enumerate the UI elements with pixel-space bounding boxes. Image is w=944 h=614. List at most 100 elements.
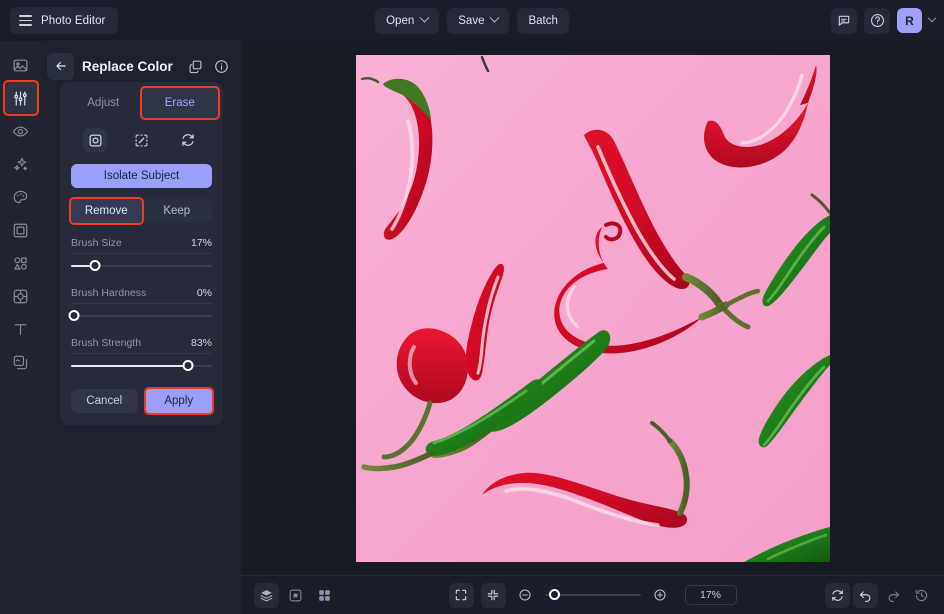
brush-strength-slider[interactable] (71, 359, 212, 373)
tab-erase-label: Erase (164, 97, 195, 109)
frame-icon (13, 223, 28, 237)
image-icon (13, 59, 28, 71)
erase-tool-row (72, 128, 211, 152)
slider-thumb[interactable] (68, 310, 80, 321)
save-button[interactable]: Save (447, 7, 510, 34)
link-broken-icon (289, 589, 302, 601)
remove-mode-button[interactable]: Remove (69, 197, 144, 225)
sparkles-icon (14, 157, 28, 171)
help-circle-icon (870, 14, 884, 27)
cancel-button[interactable]: Cancel (71, 389, 138, 413)
brush-hardness-slider[interactable] (68, 309, 212, 323)
brush-size-value: 17% (190, 237, 212, 249)
sidebar-item-shapes[interactable] (5, 247, 37, 279)
batch-button[interactable]: Batch (517, 7, 569, 34)
brush-hardness-slider-group: Brush Hardness 0% (68, 287, 212, 323)
brush-size-slider-group: Brush Size 17% (71, 237, 212, 273)
link-button[interactable] (283, 583, 308, 608)
sidebar-item-text[interactable] (5, 313, 37, 345)
fit-screen-icon (455, 589, 467, 601)
grid-button[interactable] (312, 583, 337, 608)
reset-view-button[interactable] (825, 582, 850, 608)
photo-editor-app: Photo Editor Open Save Batch R Replace C… (0, 0, 944, 614)
brush-size-slider[interactable] (71, 259, 212, 273)
zoom-level-field[interactable]: 17% (684, 585, 737, 605)
slider-thumb[interactable] (89, 260, 101, 271)
sidebar-item-frame[interactable] (5, 214, 37, 246)
collapse-button[interactable] (480, 582, 506, 608)
dashed-square-slash-icon (135, 134, 148, 146)
brush-strength-slider-group: Brush Strength 83% (71, 337, 212, 373)
help-button[interactable] (864, 7, 890, 34)
bottom-left-tools (254, 582, 337, 608)
info-button[interactable] (211, 56, 231, 76)
hamburger-icon[interactable] (19, 15, 32, 26)
tab-erase[interactable]: Erase (139, 86, 220, 120)
keep-label: Keep (163, 205, 191, 217)
zoom-out-button[interactable] (513, 583, 538, 608)
comment-icon (838, 15, 850, 26)
eye-icon (12, 126, 29, 136)
canvas-area[interactable] (241, 41, 944, 575)
panel-footer: Cancel Apply (71, 387, 214, 415)
replace-color-card: Adjust Erase Isolate Subject Remove Keep… (60, 82, 223, 425)
zoom-in-icon (654, 589, 666, 601)
sidebar-item-color[interactable] (5, 181, 37, 213)
history-button[interactable] (909, 583, 934, 608)
invert-tool-button[interactable] (176, 128, 200, 152)
redo-button[interactable] (881, 583, 906, 608)
refresh-swap-icon (182, 134, 194, 146)
brush-tool-button[interactable] (83, 128, 108, 152)
ai-square-icon (13, 289, 28, 303)
info-icon (214, 59, 228, 73)
collapse-icon (487, 589, 499, 601)
bottom-right-tools (825, 582, 934, 608)
top-right-actions: R (831, 0, 937, 41)
magic-erase-tool-button[interactable] (129, 128, 153, 152)
zoom-slider-thumb[interactable] (548, 589, 560, 600)
avatar[interactable]: R (897, 8, 922, 33)
chevron-down-icon (419, 12, 430, 23)
sidebar-item-effects[interactable] (5, 148, 37, 180)
app-menu-button[interactable]: Photo Editor (10, 7, 118, 34)
sidebar-item-image[interactable] (5, 49, 37, 81)
sliders-icon (14, 91, 27, 105)
duplicate-button[interactable] (185, 56, 205, 76)
brush-size-label: Brush Size (71, 237, 122, 249)
zoom-out-icon (519, 589, 531, 601)
sidebar-item-retouch[interactable] (5, 115, 37, 147)
brush-hardness-label: Brush Hardness (71, 287, 147, 299)
isolate-subject-button[interactable]: Isolate Subject (71, 164, 212, 188)
keep-mode-button[interactable]: Keep (142, 199, 213, 223)
arrow-left-icon (55, 61, 66, 71)
slider-thumb[interactable] (182, 360, 194, 371)
back-button[interactable] (47, 52, 74, 80)
layers-button[interactable] (254, 582, 279, 608)
sidebar-item-ai-tools[interactable] (5, 280, 37, 312)
brush-strength-label: Brush Strength (71, 337, 142, 349)
reset-view-icon (832, 589, 843, 601)
sidebar-item-adjust[interactable] (2, 80, 39, 116)
bottom-bar: 17% (241, 575, 944, 614)
brush-size-header: Brush Size 17% (71, 237, 212, 254)
photo-canvas[interactable] (355, 54, 830, 562)
comment-button[interactable] (831, 7, 857, 34)
zoom-slider[interactable] (544, 588, 641, 602)
tab-adjust[interactable]: Adjust (65, 88, 142, 118)
chevron-down-icon[interactable] (927, 13, 937, 22)
fit-screen-button[interactable] (448, 582, 474, 608)
brush-hardness-value: 0% (196, 287, 212, 299)
undo-button[interactable] (853, 582, 878, 608)
layers-copy-icon (13, 355, 28, 369)
grid-icon (319, 589, 330, 601)
panel-header: Replace Color (41, 47, 241, 85)
circle-square-icon (89, 134, 102, 146)
sidebar-item-layers[interactable] (5, 346, 37, 378)
layers-icon (260, 589, 273, 601)
brush-strength-value: 83% (190, 337, 212, 349)
apply-button[interactable]: Apply (143, 387, 214, 415)
panel-title: Replace Color (82, 58, 173, 74)
open-button[interactable]: Open (375, 7, 440, 34)
text-icon (14, 323, 27, 335)
zoom-in-button[interactable] (648, 583, 673, 608)
